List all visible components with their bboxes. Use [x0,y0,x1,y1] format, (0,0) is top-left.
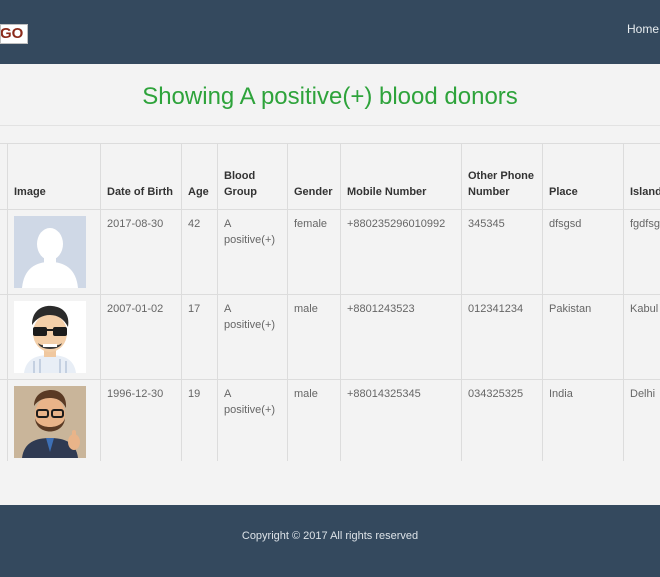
table-cell-place: dfsgsd [542,209,624,295]
table-cell-mobile: +88014325345 [340,379,462,461]
table-cell-mobile: +8801243523 [340,294,462,380]
table-cell-other-phone: 012341234 [461,294,543,380]
table-cell-image [7,294,101,380]
table-cell-place: India [542,379,624,461]
table-cell-place: Pakistan [542,294,624,380]
cartoon-man-beard-thumbs-up-avatar [14,386,86,458]
table-cell [0,294,8,380]
navbar: GO Home [0,0,660,64]
table-cell-blood-group: A positive(+) [217,294,288,380]
table-cell-other-phone: 345345 [461,209,543,295]
table-cell-dob: 1996-12-30 [100,379,182,461]
table-header-cell: Island [623,143,660,210]
table-header-cell: Blood Group [217,143,288,210]
copyright-text: Copyright © 2017 All rights reserved [241,530,419,542]
table-header-cell: Gender [287,143,341,210]
table-cell-gender: male [287,379,341,461]
donor-table: Image Date of Birth Age Blood Group Gend… [0,143,660,461]
table-cell-gender: female [287,209,341,295]
table-cell-island: Kabul [623,294,660,380]
table-row: 1996-12-30 19 A positive(+) male +880143… [0,379,660,461]
donor-table-container: Image Date of Birth Age Blood Group Gend… [0,143,660,461]
table-cell-other-phone: 034325325 [461,379,543,461]
table-header-cell: Age [181,143,218,210]
page-title: Showing A positive(+) blood donors [142,83,518,110]
table-cell-island: fgdfsg [623,209,660,295]
table-row: 2007-01-02 17 A positive(+) male +880124… [0,294,660,380]
table-header-cell: Place [542,143,624,210]
table-row: 2017-08-30 42 A positive(+) female +8802… [0,209,660,295]
table-cell-dob: 2007-01-02 [100,294,182,380]
table-cell-image [7,209,101,295]
table-cell [0,209,8,295]
table-cell-image [7,379,101,461]
table-cell-dob: 2017-08-30 [100,209,182,295]
table-header-cell: Other Phone Number [461,143,543,210]
table-cell-age: 19 [181,379,218,461]
nav-home-link[interactable]: Home [627,22,659,36]
brand-logo[interactable]: GO [0,24,28,44]
cartoon-man-sunglasses-avatar [14,301,86,373]
table-cell-blood-group: A positive(+) [217,209,288,295]
table-cell-mobile: +880235296010992 [340,209,462,295]
table-header-cell: Mobile Number [340,143,462,210]
table-cell-island: Delhi [623,379,660,461]
table-header-cell: Date of Birth [100,143,182,210]
table-cell [0,379,8,461]
table-cell-age: 17 [181,294,218,380]
table-cell-age: 42 [181,209,218,295]
table-header-cell: Image [7,143,101,210]
default-avatar-icon [14,216,86,288]
table-cell-blood-group: A positive(+) [217,379,288,461]
table-cell-gender: male [287,294,341,380]
table-header-cell [0,143,8,210]
table-header-row: Image Date of Birth Age Blood Group Gend… [0,143,660,210]
